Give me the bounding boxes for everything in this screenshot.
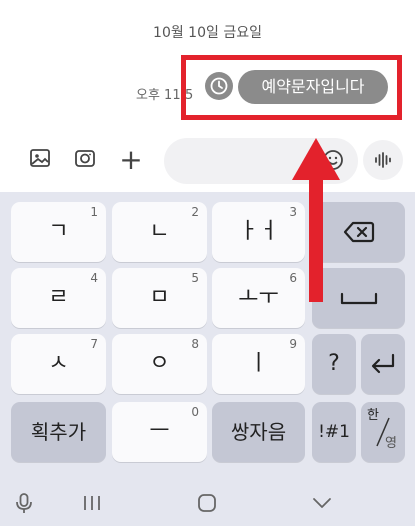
- key-mieum[interactable]: ㅁ 5: [112, 268, 207, 328]
- message-composer: +: [0, 130, 415, 192]
- key-eu[interactable]: ㅡ 0: [112, 402, 207, 462]
- navigation-bar: [0, 478, 415, 526]
- key-label: ㄴ: [149, 219, 170, 244]
- key-number: 2: [191, 205, 199, 219]
- key-label: ㄱ: [48, 219, 69, 244]
- key-number: 9: [289, 337, 297, 351]
- recent-apps-icon[interactable]: [80, 491, 104, 515]
- key-label: 쌍자음: [230, 420, 287, 444]
- key-nieun[interactable]: ㄴ 2: [112, 202, 207, 262]
- key-giyeok[interactable]: ㄱ 1: [11, 202, 106, 262]
- key-label: ㅣ: [248, 351, 269, 376]
- home-icon[interactable]: [195, 491, 219, 515]
- lang-label-bottom: 영: [385, 436, 397, 451]
- space-icon: [340, 292, 377, 305]
- korean-keyboard: ㄱ 1 ㄴ 2 ㅏㅓ 3 ㄹ 4 ㅁ 5 ㅗㅜ 6 ㅅ 7 ㅇ 8 ㅣ 9 ? …: [0, 192, 415, 478]
- key-number: 8: [191, 337, 199, 351]
- key-label: !#1: [318, 422, 350, 442]
- key-label: ?: [328, 351, 340, 376]
- key-ieung[interactable]: ㅇ 8: [112, 334, 207, 394]
- key-rieul[interactable]: ㄹ 4: [11, 268, 106, 328]
- image-icon[interactable]: [28, 146, 56, 174]
- key-number: 4: [90, 271, 98, 285]
- plus-icon[interactable]: +: [117, 146, 145, 174]
- key-number: 1: [90, 205, 98, 219]
- hide-keyboard-icon[interactable]: [310, 491, 334, 515]
- key-label: ㅏㅓ: [238, 219, 279, 244]
- key-number: 5: [191, 271, 199, 285]
- key-number: 7: [90, 337, 98, 351]
- key-label: 획추가: [30, 420, 87, 444]
- microphone-icon[interactable]: [12, 491, 36, 515]
- date-divider: 10월 10일 금요일: [153, 25, 262, 41]
- language-switch-key[interactable]: 한 영: [361, 402, 405, 462]
- voice-icon[interactable]: [363, 140, 403, 180]
- red-arrow-annotation: [292, 138, 340, 302]
- double-consonant-key[interactable]: 쌍자음: [212, 402, 305, 462]
- key-label: ㅇ: [149, 351, 170, 376]
- backspace-icon: [343, 221, 374, 243]
- key-siot[interactable]: ㅅ 7: [11, 334, 106, 394]
- highlight-annotation-box: [181, 55, 402, 120]
- enter-key[interactable]: [361, 334, 405, 394]
- enter-icon: [371, 353, 395, 374]
- key-label: ㅗㅜ: [238, 285, 279, 310]
- key-label: ㅅ: [48, 351, 69, 376]
- key-label: ㄹ: [48, 285, 69, 310]
- camera-icon[interactable]: [73, 146, 101, 174]
- chat-area: 10월 10일 금요일 오후 11:5 예약문자입니다: [0, 0, 415, 130]
- add-stroke-key[interactable]: 획추가: [11, 402, 106, 462]
- key-label: ㅁ: [149, 285, 170, 310]
- question-key[interactable]: ?: [312, 334, 356, 394]
- symbol-key[interactable]: !#1: [312, 402, 356, 462]
- slash-divider: [376, 417, 390, 447]
- key-i[interactable]: ㅣ 9: [212, 334, 305, 394]
- key-number: 0: [191, 405, 199, 419]
- key-label: ㅡ: [149, 419, 170, 444]
